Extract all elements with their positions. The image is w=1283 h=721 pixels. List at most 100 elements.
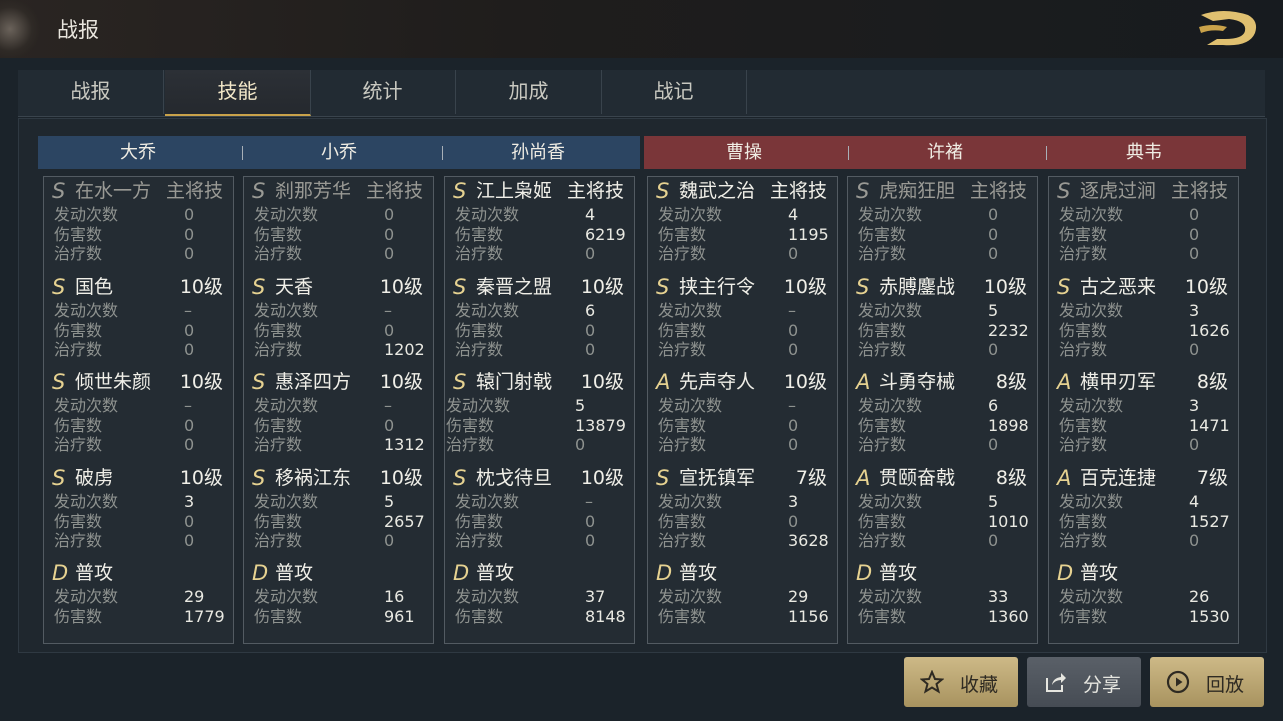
stat-value: 6	[585, 301, 596, 320]
stat-label: 发动次数	[858, 396, 923, 415]
stat-value: 1195	[788, 224, 829, 244]
tab-bonus[interactable]: 加成	[456, 70, 602, 114]
hero-name: 曹操	[726, 142, 762, 163]
replay-label: 回放	[1206, 674, 1245, 696]
skill-name: 江上枭姬	[476, 180, 553, 202]
stat-row: 发动次数 5	[848, 301, 1037, 321]
stat-row: 发动次数 –	[244, 301, 433, 321]
stat-value: 1312	[384, 435, 425, 454]
skill-name: 先声夺人	[679, 371, 756, 393]
stat-label: 治疗数	[1059, 531, 1108, 550]
tab-report[interactable]: 战报	[18, 70, 164, 114]
tab-records[interactable]: 战记	[601, 70, 747, 114]
stat-value: 4	[585, 205, 596, 224]
stat-value: 0	[184, 340, 195, 359]
stat-value: –	[384, 396, 392, 415]
skill-header: S 宣抚镇军 7级	[648, 464, 837, 492]
skill-level: 10级	[179, 467, 223, 489]
stat-row: 伤害数 1195	[648, 225, 837, 245]
skill-grade: S	[52, 466, 66, 490]
skill-header: S 在水一方 主将技	[44, 177, 233, 205]
stat-value: 0	[988, 205, 999, 224]
skill-block: S 倾世朱颜 10级 发动次数 – 伤害数 0 治疗数 0	[44, 368, 233, 455]
stat-label: 伤害数	[658, 415, 707, 435]
skill-grade: S	[1057, 179, 1071, 203]
stat-row: 伤害数 2232	[848, 321, 1037, 341]
stat-value: 0	[585, 320, 596, 340]
stat-row: 发动次数 4	[445, 205, 634, 225]
stat-value: 2232	[988, 320, 1029, 340]
skill-level: 10级	[580, 371, 624, 393]
stat-value: 1626	[1189, 320, 1230, 340]
dragon-back-icon[interactable]	[1193, 5, 1263, 53]
skill-name: 辕门射戟	[476, 371, 553, 393]
skill-name: 普攻	[879, 562, 918, 584]
skill-block: A 斗勇夺械 8级 发动次数 6 伤害数 1898 治疗数 0	[848, 368, 1037, 455]
stat-value: 33	[988, 587, 1009, 606]
stat-label: 发动次数	[658, 396, 723, 415]
stat-label: 伤害数	[658, 511, 707, 531]
stat-row: 发动次数 4	[1049, 492, 1238, 512]
skill-block: S 刹那芳华 主将技 发动次数 0 伤害数 0 治疗数 0	[244, 177, 433, 264]
stat-label: 伤害数	[658, 606, 707, 626]
skill-level: 10级	[983, 276, 1027, 298]
stat-label: 治疗数	[858, 435, 907, 454]
stat-value: 0	[788, 511, 799, 531]
stat-value: 37	[585, 587, 606, 606]
skill-grade: S	[1057, 275, 1071, 299]
skill-header: D 普攻	[1049, 559, 1238, 587]
stat-row: 伤害数 0	[648, 512, 837, 532]
stat-label: 伤害数	[54, 511, 103, 531]
skill-header: S 天香 10级	[244, 273, 433, 301]
skill-block: S 赤膊鏖战 10级 发动次数 5 伤害数 2232 治疗数 0	[848, 273, 1037, 360]
stat-value: –	[384, 301, 392, 320]
skill-grade: A	[656, 370, 671, 394]
skill-header: S 古之恶来 10级	[1049, 273, 1238, 301]
skill-grade: S	[856, 179, 870, 203]
share-icon	[1046, 673, 1066, 692]
stat-value: 4	[788, 205, 799, 224]
stat-label: 治疗数	[658, 340, 707, 359]
skill-name: 横甲刃军	[1080, 371, 1157, 393]
stat-row: 治疗数 0	[44, 435, 233, 455]
hero-skill-column: S 逐虎过涧 主将技 发动次数 0 伤害数 0 治疗数 0 S 古之恶来 10级 发动次数 3 伤害数 162…	[1048, 176, 1239, 644]
skill-name: 破虏	[75, 467, 114, 489]
tab-stats[interactable]: 统计	[310, 70, 456, 114]
stat-row: 发动次数 29	[648, 587, 837, 607]
corner-ornament	[0, 0, 40, 58]
stat-label: 伤害数	[54, 415, 103, 435]
skill-header: A 横甲刃军 8级	[1049, 368, 1238, 396]
skill-header: S 挟主行令 10级	[648, 273, 837, 301]
stat-row: 治疗数 0	[1049, 435, 1238, 455]
skill-header: A 先声夺人 10级	[648, 368, 837, 396]
stat-row: 发动次数 0	[1049, 205, 1238, 225]
stat-label: 伤害数	[858, 606, 907, 626]
blue-team-header: 大乔 小乔 孙尚香	[38, 136, 640, 169]
skill-name: 天香	[275, 276, 314, 298]
stat-value: 0	[384, 244, 395, 263]
stat-value: 3	[184, 492, 195, 511]
tab-skills[interactable]: 技能	[165, 70, 311, 116]
stat-value: 0	[384, 224, 395, 244]
skill-level: 10级	[580, 276, 624, 298]
stat-label: 伤害数	[858, 511, 907, 531]
skill-header: A 斗勇夺械 8级	[848, 368, 1037, 396]
skill-header: A 贯颐奋戟 8级	[848, 464, 1037, 492]
stat-label: 发动次数	[1059, 396, 1124, 415]
skill-block: S 宣抚镇军 7级 发动次数 3 伤害数 0 治疗数 3628	[648, 464, 837, 551]
stat-value: 1530	[1189, 606, 1230, 626]
skill-name: 普攻	[275, 562, 314, 584]
favorite-button[interactable]: 收藏	[904, 657, 1018, 707]
replay-button[interactable]: 回放	[1150, 657, 1264, 707]
share-button[interactable]: 分享	[1027, 657, 1141, 707]
skill-block: S 辕门射戟 10级 发动次数 5 伤害数 13879 治疗数 0	[445, 368, 634, 455]
stat-row: 治疗数 0	[648, 244, 837, 264]
skill-grade: D	[52, 561, 69, 585]
skill-level: 主将技	[165, 180, 223, 202]
page-title: 战报	[57, 18, 99, 42]
stat-label: 发动次数	[658, 587, 723, 606]
stat-row: 治疗数 0	[445, 531, 634, 551]
skill-name: 挟主行令	[679, 276, 756, 298]
hero-name: 大乔	[120, 142, 156, 163]
stat-label: 治疗数	[858, 244, 907, 263]
